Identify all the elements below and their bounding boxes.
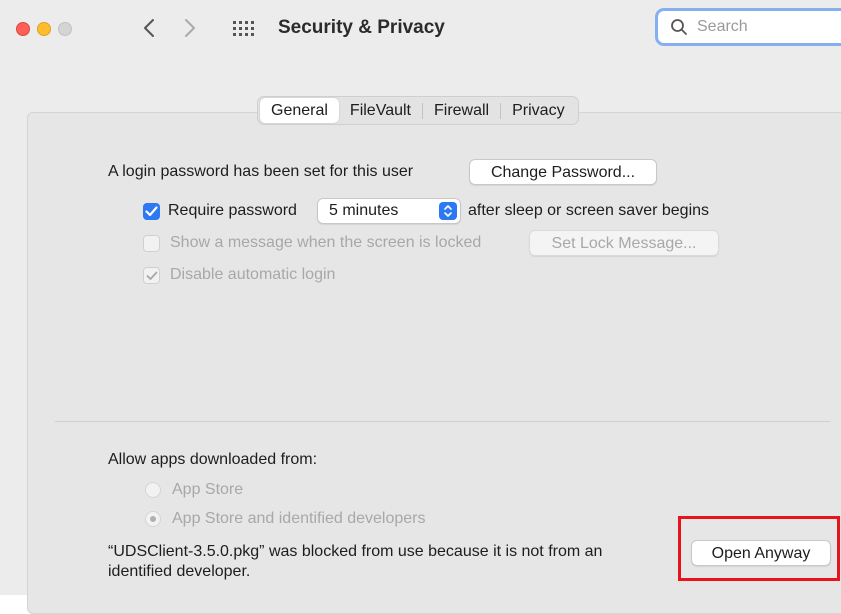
show-all-button[interactable] (230, 18, 258, 40)
show-message-checkbox[interactable] (143, 235, 160, 252)
allow-apps-heading: Allow apps downloaded from: (108, 451, 318, 468)
minimize-window-button[interactable] (37, 22, 51, 36)
close-window-button[interactable] (16, 22, 30, 36)
select-arrows-icon (439, 202, 457, 220)
radio-app-store-label: App Store (172, 481, 244, 498)
tab-filevault[interactable]: FileVault (339, 98, 422, 123)
back-button[interactable] (136, 14, 162, 42)
tab-general[interactable]: General (260, 98, 339, 123)
search-field[interactable] (655, 8, 841, 46)
title-bar: Security & Privacy (0, 0, 841, 62)
forward-button[interactable] (177, 14, 203, 42)
chevron-right-icon (185, 19, 195, 37)
disable-autologin-label: Disable automatic login (170, 266, 336, 283)
require-password-checkbox[interactable] (143, 203, 160, 220)
change-password-button[interactable]: Change Password... (469, 159, 657, 185)
radio-app-store-identified-label: App Store and identified developers (172, 510, 426, 527)
set-lock-message-button[interactable]: Set Lock Message... (529, 230, 719, 256)
chevron-left-icon (144, 19, 154, 37)
show-message-label: Show a message when the screen is locked (170, 234, 482, 251)
password-delay-value: 5 minutes (329, 202, 399, 219)
window-title: Security & Privacy (278, 17, 445, 38)
search-input[interactable] (695, 17, 829, 37)
blocked-message-line1: “UDSClient-3.5.0.pkg” was blocked from u… (108, 543, 603, 560)
highlight-annotation (678, 516, 840, 581)
preferences-content: General FileVault Firewall Privacy A log… (0, 62, 841, 614)
tab-privacy[interactable]: Privacy (501, 98, 575, 123)
require-password-suffix: after sleep or screen saver begins (468, 202, 710, 219)
password-set-label: A login password has been set for this u… (108, 163, 414, 180)
disable-autologin-checkbox[interactable] (143, 267, 160, 284)
radio-app-store-identified[interactable] (145, 511, 161, 527)
require-password-label: Require password (168, 202, 297, 219)
checkmark-icon (146, 271, 157, 280)
zoom-window-button[interactable] (58, 22, 72, 36)
search-icon (671, 19, 687, 35)
password-delay-select[interactable]: 5 minutes (317, 198, 461, 224)
blocked-message-line2: identified developer. (108, 563, 251, 580)
grid-icon (233, 21, 254, 36)
tab-bar: General FileVault Firewall Privacy (257, 96, 579, 125)
checkmark-icon (145, 206, 158, 217)
tab-firewall[interactable]: Firewall (423, 98, 500, 123)
section-divider (55, 421, 830, 422)
radio-app-store[interactable] (145, 482, 161, 498)
